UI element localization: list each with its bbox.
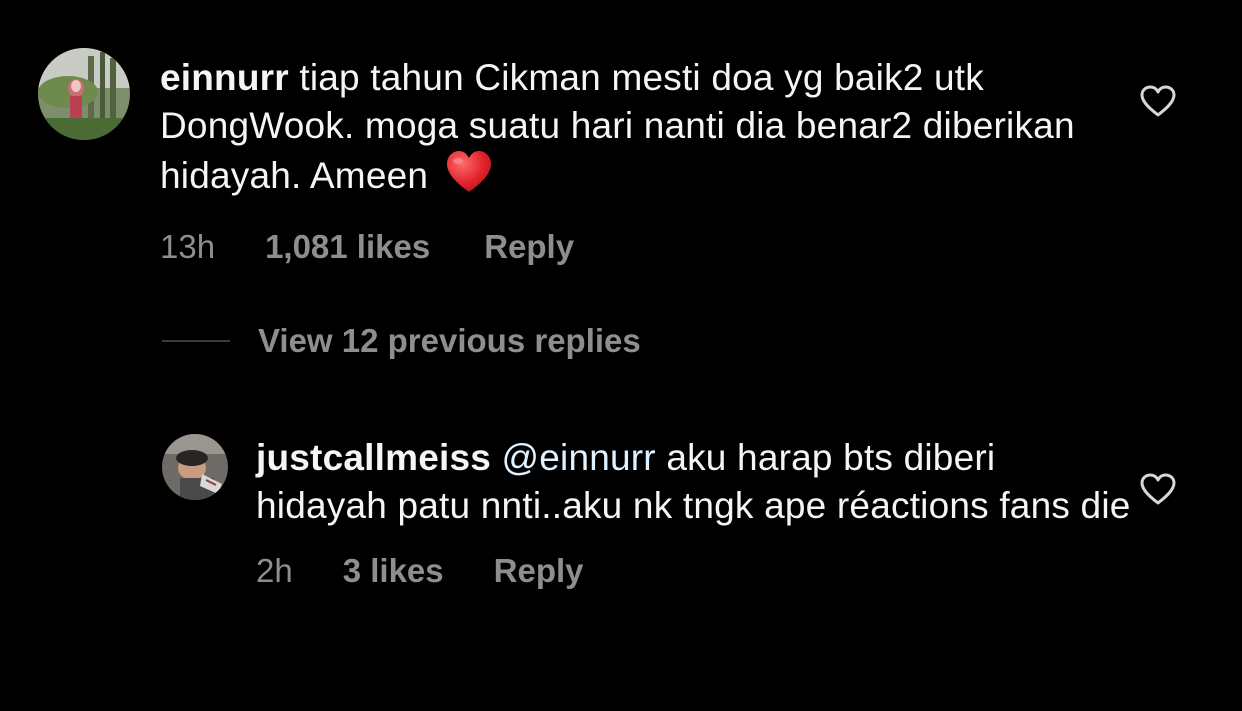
view-replies-label: View 12 previous replies xyxy=(258,322,641,359)
reply-button[interactable]: Reply xyxy=(494,552,584,590)
timestamp: 2h xyxy=(256,552,293,589)
view-previous-replies-button[interactable]: View 12 previous replies xyxy=(162,322,641,360)
comment-text: einnurr tiap tahun Cikman mesti doa yg b… xyxy=(160,54,1138,206)
likes-count[interactable]: 3 likes xyxy=(343,552,444,590)
heart-outline-icon[interactable] xyxy=(1140,473,1176,505)
mention-link[interactable]: @einnurr xyxy=(491,437,656,478)
comment-justcallmeiss: justcallmeiss @einnurr aku harap bts dib… xyxy=(162,434,1132,590)
avatar[interactable] xyxy=(162,434,228,500)
heart-emoji-icon xyxy=(445,150,493,206)
comment-meta: 2h 3 likes Reply xyxy=(256,552,1132,590)
divider-line xyxy=(162,340,230,342)
timestamp: 13h xyxy=(160,228,216,265)
likes-count[interactable]: 1,081 likes xyxy=(265,228,430,266)
reply-button[interactable]: Reply xyxy=(484,228,574,266)
comment-text: justcallmeiss @einnurr aku harap bts dib… xyxy=(256,434,1132,530)
heart-outline-icon[interactable] xyxy=(1140,85,1176,117)
comment-einnurr: einnurr tiap tahun Cikman mesti doa yg b… xyxy=(38,48,1138,266)
comment-body: tiap tahun Cikman mesti doa yg baik2 utk… xyxy=(160,57,1075,196)
avatar[interactable] xyxy=(38,48,130,140)
username[interactable]: einnurr xyxy=(160,57,289,98)
username[interactable]: justcallmeiss xyxy=(256,437,491,478)
comment-meta: 13h 1,081 likes Reply xyxy=(160,228,1138,266)
